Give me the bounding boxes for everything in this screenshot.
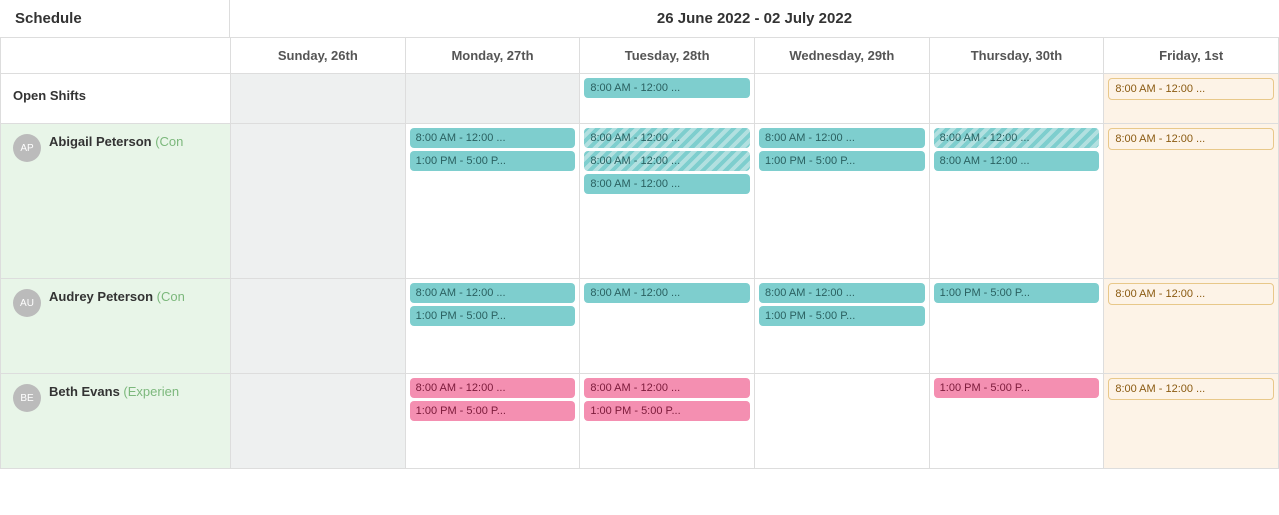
- shift-block[interactable]: 8:00 AM - 12:00 ...: [584, 174, 750, 194]
- cell-row0-col4: [930, 74, 1105, 124]
- col-header-5: Friday, 1st: [1104, 38, 1279, 74]
- cell-row1-col2: 8:00 AM - 12:00 ... 8:00 AM - 12:00 ... 8:…: [580, 124, 755, 279]
- person-name-wrap: Abigail Peterson (Con: [49, 134, 183, 149]
- cell-row2-col0: [231, 279, 406, 374]
- shift-block[interactable]: 8:00 AM - 12:00 ...: [1108, 78, 1274, 100]
- row-label-abigail-peterson: AP Abigail Peterson (Con: [1, 124, 231, 279]
- date-range-header: 26 June 2022 - 02 July 2022: [230, 0, 1279, 37]
- shift-block[interactable]: 1:00 PM - 5:00 P...: [934, 378, 1100, 398]
- cell-row2-col1: 8:00 AM - 12:00 ... 1:00 PM - 5:00 P...: [406, 279, 581, 374]
- shift-block[interactable]: 8:00 AM - 12:00 ...: [759, 283, 925, 303]
- person-name: Audrey Peterson (Con: [49, 289, 185, 304]
- shift-block[interactable]: 8:00 AM - 12:00 ...: [410, 128, 576, 148]
- shift-block[interactable]: 8:00 AM - 12:00 ...: [584, 151, 750, 171]
- cell-row0-col5: 8:00 AM - 12:00 ...: [1104, 74, 1279, 124]
- cell-row2-col5: 8:00 AM - 12:00 ...: [1104, 279, 1279, 374]
- corner-empty: [1, 38, 231, 74]
- cell-row3-col3: [755, 374, 930, 469]
- shift-block[interactable]: 1:00 PM - 5:00 P...: [410, 306, 576, 326]
- shift-block[interactable]: 1:00 PM - 5:00 P...: [410, 151, 576, 171]
- cell-row3-col2: 8:00 AM - 12:00 ... 1:00 PM - 5:00 P...: [580, 374, 755, 469]
- shift-block[interactable]: 8:00 AM - 12:00 ...: [759, 128, 925, 148]
- shift-block[interactable]: 8:00 AM - 12:00 ...: [584, 78, 750, 98]
- cell-row0-col1: [406, 74, 581, 124]
- person-sub: (Con: [155, 134, 183, 149]
- shift-block[interactable]: 8:00 AM - 12:00 ...: [410, 378, 576, 398]
- shift-block[interactable]: 8:00 AM - 12:00 ...: [584, 378, 750, 398]
- cell-row3-col0: [231, 374, 406, 469]
- shift-block[interactable]: 8:00 AM - 12:00 ...: [1108, 378, 1274, 400]
- person-name-wrap: Audrey Peterson (Con: [49, 289, 185, 304]
- person-name: Abigail Peterson (Con: [49, 134, 183, 149]
- row-label-audrey-peterson: AU Audrey Peterson (Con: [1, 279, 231, 374]
- cell-row2-col2: 8:00 AM - 12:00 ...: [580, 279, 755, 374]
- shift-block[interactable]: 1:00 PM - 5:00 P...: [759, 151, 925, 171]
- col-header-1: Monday, 27th: [406, 38, 581, 74]
- row-label-open-shifts: Open Shifts: [1, 74, 231, 124]
- cell-row1-col3: 8:00 AM - 12:00 ... 1:00 PM - 5:00 P...: [755, 124, 930, 279]
- shift-block[interactable]: 8:00 AM - 12:00 ...: [410, 283, 576, 303]
- col-header-3: Wednesday, 29th: [755, 38, 930, 74]
- col-header-4: Thursday, 30th: [930, 38, 1105, 74]
- main-grid: Sunday, 26thMonday, 27thTuesday, 28thWed…: [0, 38, 1279, 469]
- person-name: Beth Evans (Experien: [49, 384, 179, 399]
- col-header-2: Tuesday, 28th: [580, 38, 755, 74]
- cell-row0-col0: [231, 74, 406, 124]
- avatar: AU: [13, 289, 41, 317]
- cell-row3-col1: 8:00 AM - 12:00 ... 1:00 PM - 5:00 P...: [406, 374, 581, 469]
- schedule-title: Schedule: [0, 0, 230, 37]
- shift-block[interactable]: 1:00 PM - 5:00 P...: [410, 401, 576, 421]
- schedule-container: Schedule 26 June 2022 - 02 July 2022 Sun…: [0, 0, 1279, 469]
- cell-row3-col4: 1:00 PM - 5:00 P...: [930, 374, 1105, 469]
- shift-block[interactable]: 8:00 AM - 12:00 ...: [934, 128, 1100, 148]
- cell-row0-col2: 8:00 AM - 12:00 ...: [580, 74, 755, 124]
- cell-row1-col0: [231, 124, 406, 279]
- shift-block[interactable]: 8:00 AM - 12:00 ...: [584, 128, 750, 148]
- col-header-0: Sunday, 26th: [231, 38, 406, 74]
- shift-block[interactable]: 8:00 AM - 12:00 ...: [934, 151, 1100, 171]
- shift-block[interactable]: 8:00 AM - 12:00 ...: [1108, 128, 1274, 150]
- person-sub: (Con: [157, 289, 185, 304]
- person-sub: (Experien: [123, 384, 179, 399]
- cell-row1-col1: 8:00 AM - 12:00 ... 1:00 PM - 5:00 P...: [406, 124, 581, 279]
- open-shifts-label: Open Shifts: [13, 84, 86, 103]
- schedule-header: Schedule 26 June 2022 - 02 July 2022: [0, 0, 1279, 38]
- shift-block[interactable]: 1:00 PM - 5:00 P...: [759, 306, 925, 326]
- cell-row3-col5: 8:00 AM - 12:00 ...: [1104, 374, 1279, 469]
- avatar: BE: [13, 384, 41, 412]
- shift-block[interactable]: 1:00 PM - 5:00 P...: [584, 401, 750, 421]
- shift-block[interactable]: 8:00 AM - 12:00 ...: [584, 283, 750, 303]
- shift-block[interactable]: 8:00 AM - 12:00 ...: [1108, 283, 1274, 305]
- cell-row2-col3: 8:00 AM - 12:00 ... 1:00 PM - 5:00 P...: [755, 279, 930, 374]
- avatar: AP: [13, 134, 41, 162]
- cell-row1-col4: 8:00 AM - 12:00 ... 8:00 AM - 12:00 ...: [930, 124, 1105, 279]
- person-name-wrap: Beth Evans (Experien: [49, 384, 179, 399]
- shift-block[interactable]: 1:00 PM - 5:00 P...: [934, 283, 1100, 303]
- cell-row0-col3: [755, 74, 930, 124]
- row-label-beth-evans: BE Beth Evans (Experien: [1, 374, 231, 469]
- cell-row1-col5: 8:00 AM - 12:00 ...: [1104, 124, 1279, 279]
- cell-row2-col4: 1:00 PM - 5:00 P...: [930, 279, 1105, 374]
